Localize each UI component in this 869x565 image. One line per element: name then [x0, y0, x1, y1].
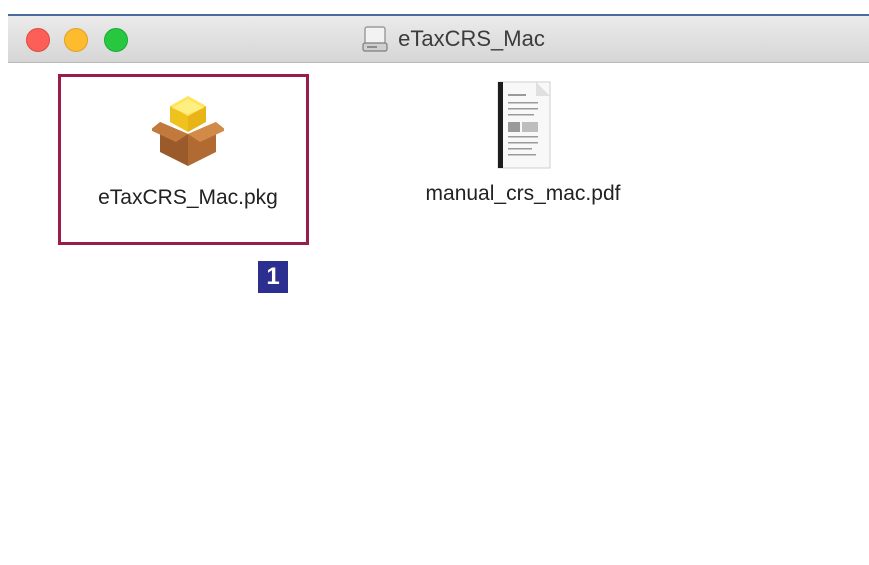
file-name-pdf: manual_crs_mac.pdf [425, 182, 621, 205]
file-item-pdf[interactable]: manual_crs_mac.pdf [398, 80, 648, 206]
folder-content[interactable]: eTaxCRS_Mac.pkg manual_crs_mac.pdf 1 [8, 62, 869, 565]
step-badge: 1 [258, 261, 288, 293]
selection-highlight [58, 74, 309, 245]
window-title: eTaxCRS_Mac [398, 26, 545, 51]
title-bar[interactable]: eTaxCRS_Mac [8, 16, 869, 63]
disk-icon [362, 26, 388, 52]
pdf-document-icon [497, 81, 551, 169]
finder-window: eTaxCRS_Mac eTaxCRS_Mac.pkg manual_crs_m… [8, 14, 869, 563]
window-title-group: eTaxCRS_Mac [8, 16, 869, 62]
